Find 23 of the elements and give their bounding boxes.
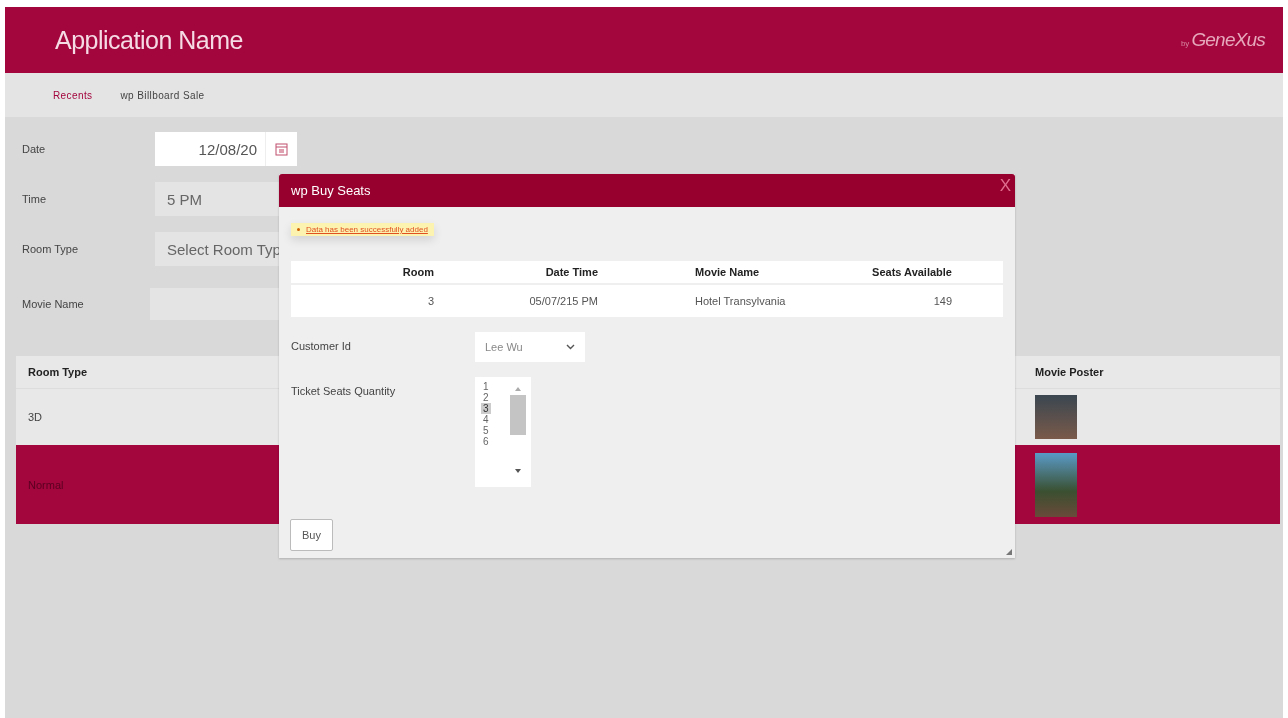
brand-logo-text: GeneXus [1191,29,1265,51]
field-label: Room Type [21,243,80,255]
column-header: Date Time [544,266,598,278]
table-cell-text: 3 [426,295,434,307]
table-cell-text: Hotel Transylvania [694,295,787,307]
table-cell-text: Normal [27,478,65,491]
field-label: Date [21,143,47,155]
message-text: Data has been successfully added [306,225,428,234]
column-header: Room Type [27,366,89,378]
field-label: Movie Name [21,298,85,310]
field-label: Ticket Seats Quantity [291,384,397,397]
table-cell-text: 05/07/215 PM [528,295,598,307]
table-cell-text: 149 [932,295,952,307]
column-header: Seats Available [871,266,952,278]
field-label: Time [21,193,48,205]
column-header: Movie Name [694,266,761,278]
field-label: Customer Id [291,339,352,352]
column-header: Room [401,266,434,278]
table-cell-text: 3D [27,411,44,423]
column-header: Movie Poster [1035,366,1105,378]
dialog-title: wp Buy Seats [291,183,371,198]
brand-prefix: by [1180,39,1190,48]
app-name: Application Name [55,25,243,55]
